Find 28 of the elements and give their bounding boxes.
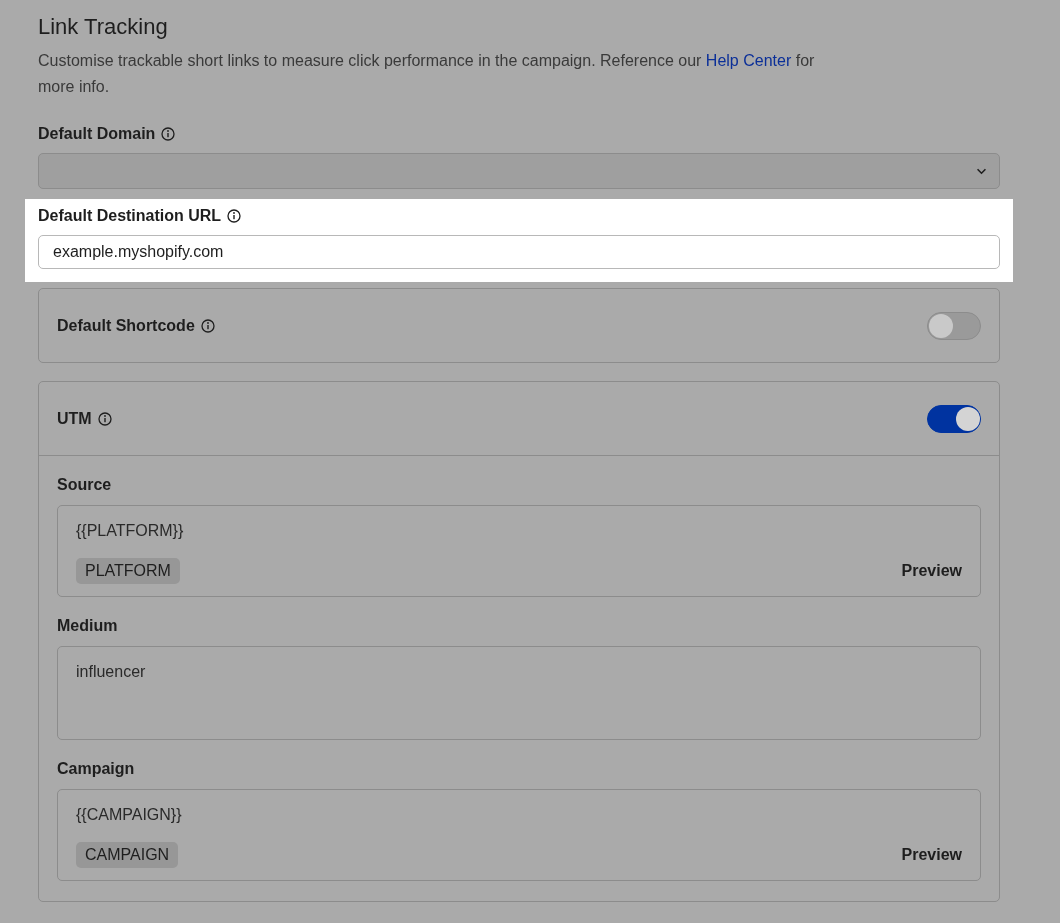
template-field[interactable]: {{PLATFORM}} PLATFORM Preview xyxy=(57,505,981,598)
url-input-field[interactable]: example.myshopify.com xyxy=(38,235,1000,270)
preview-link[interactable]: Preview xyxy=(901,846,962,865)
toggle-switch[interactable] xyxy=(927,404,981,433)
shortcode-label: Default Shortcode xyxy=(57,316,195,335)
variable-tag[interactable]: CAMPAIGN xyxy=(76,842,179,869)
field-label: Default Destination URL xyxy=(38,207,222,226)
variable-tag[interactable]: PLATFORM xyxy=(76,558,180,585)
chevron-down-icon xyxy=(976,167,987,175)
utm-label: UTM xyxy=(57,409,92,428)
field-label: Default Domain xyxy=(38,125,156,144)
field-value: {{CAMPAIGN}} xyxy=(76,806,183,825)
info-icon[interactable] xyxy=(161,127,176,142)
field-label: Campaign xyxy=(57,760,136,779)
text-area-field[interactable]: influencer xyxy=(57,646,981,741)
field-label: Medium xyxy=(57,617,119,636)
field-value: {{PLATFORM}} xyxy=(76,522,185,541)
description-text: Customise trackable short links to measure click performance in the campaign. Reference our Help Center for more info. xyxy=(38,51,816,97)
info-icon[interactable] xyxy=(227,209,242,224)
field-value: influencer xyxy=(76,663,147,682)
section-title: Link Tracking xyxy=(38,14,169,40)
field-label: Source xyxy=(57,476,113,495)
info-icon[interactable] xyxy=(97,411,112,426)
template-field[interactable]: {{CAMPAIGN}} CAMPAIGN Preview xyxy=(57,789,981,882)
toggle-switch[interactable] xyxy=(927,311,981,340)
help-center-link[interactable]: Help Center xyxy=(705,52,792,69)
preview-link[interactable]: Preview xyxy=(901,562,962,581)
info-icon[interactable] xyxy=(200,318,215,333)
